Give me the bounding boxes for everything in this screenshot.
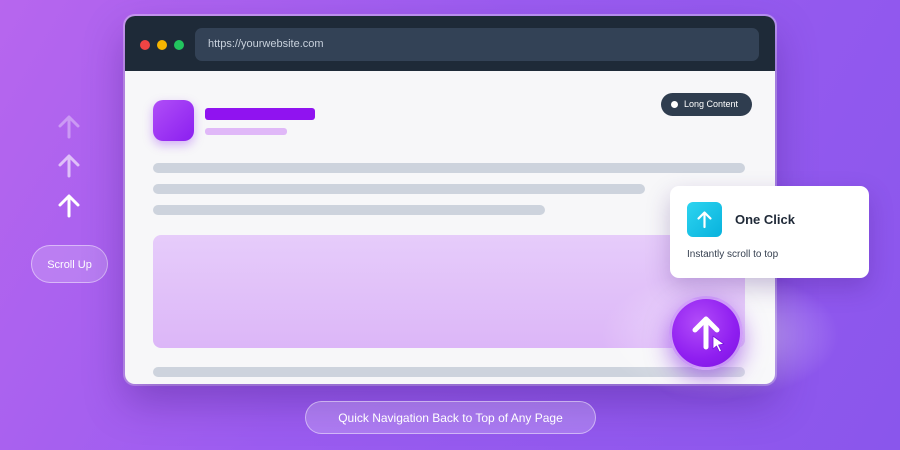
card-description: Instantly scroll to top xyxy=(687,249,779,260)
arrow-up-icon xyxy=(55,192,83,220)
text-line-placeholder xyxy=(153,163,745,173)
maximize-window-dot[interactable] xyxy=(174,40,184,50)
long-content-badge: Long Content xyxy=(661,93,752,116)
arrow-up-icon xyxy=(55,113,83,141)
arrow-up-icon xyxy=(692,316,725,353)
one-click-card: One Click Instantly scroll to top xyxy=(670,186,869,278)
caption-pill: Quick Navigation Back to Top of Any Page xyxy=(305,401,596,434)
scroll-up-button[interactable]: Scroll Up xyxy=(31,245,108,283)
text-line-placeholder xyxy=(153,184,645,194)
arrow-up-icon xyxy=(55,152,83,180)
status-dot-icon xyxy=(671,101,678,108)
page-subtitle-placeholder xyxy=(205,128,287,135)
app-logo-icon xyxy=(153,100,194,141)
badge-label: Long Content xyxy=(684,99,739,109)
text-line-placeholder xyxy=(153,205,545,215)
scroll-to-top-button[interactable] xyxy=(669,296,743,370)
browser-titlebar: https://yourwebsite.com xyxy=(125,16,775,71)
address-bar[interactable]: https://yourwebsite.com xyxy=(195,28,759,61)
minimize-window-dot[interactable] xyxy=(157,40,167,50)
arrow-up-icon xyxy=(687,202,722,237)
page-title-placeholder xyxy=(205,108,315,120)
cursor-icon xyxy=(712,335,725,353)
close-window-dot[interactable] xyxy=(140,40,150,50)
card-title: One Click xyxy=(735,212,795,227)
